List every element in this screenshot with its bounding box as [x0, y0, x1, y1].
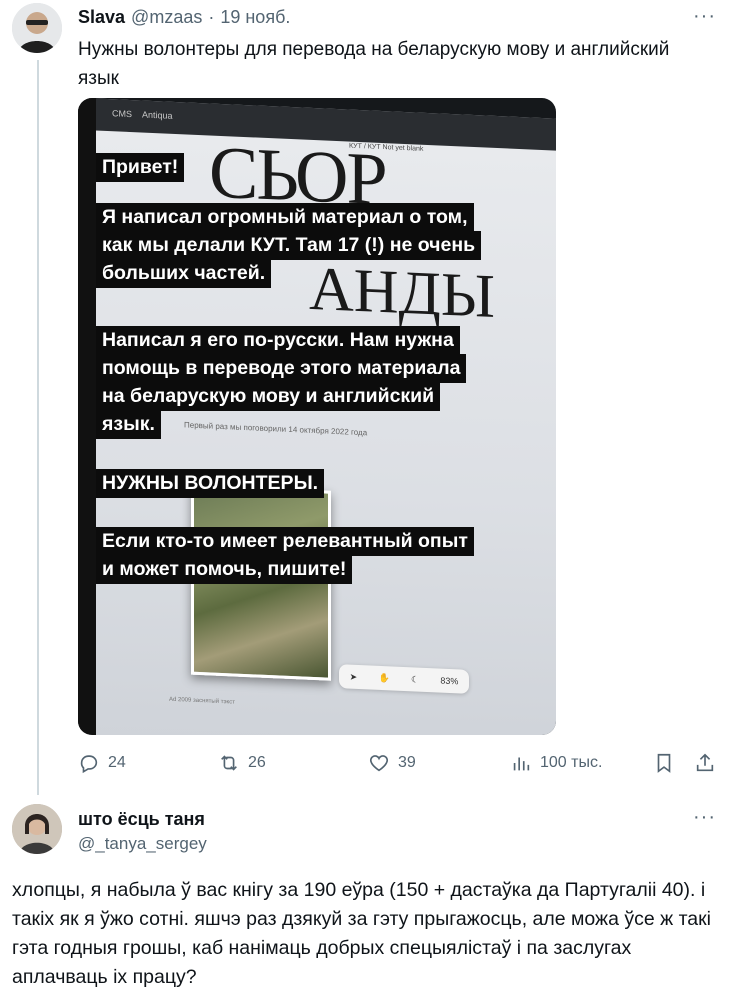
like-count: 39: [398, 754, 416, 771]
overlay-line: Привет!: [96, 153, 185, 182]
overlay-line: НУЖНЫ ВОЛОНТЕРЫ.: [96, 469, 325, 498]
reply-author-handle[interactable]: @_tanya_sergey: [78, 834, 207, 854]
retweet-button[interactable]: 26: [218, 752, 266, 774]
thread-connector-line: [37, 60, 39, 795]
cursor-icon: ➤: [349, 671, 358, 682]
bookmark-button[interactable]: [653, 752, 675, 774]
browser-tab-label: Antiqua: [142, 109, 173, 121]
avatar-photo: [12, 3, 62, 53]
overlay-line: Написал я его по-русски. Нам нужна: [96, 326, 460, 355]
overlay-line: на беларускую мову и английский: [96, 382, 441, 411]
author-handle[interactable]: @mzaas: [131, 7, 202, 28]
tweet-header: Slava @mzaas · 19 нояб.: [78, 7, 290, 28]
speech-bubble-icon: [80, 755, 98, 774]
more-options-icon[interactable]: ···: [693, 806, 716, 829]
share-button[interactable]: [694, 752, 716, 774]
moon-icon: ☾: [410, 673, 420, 685]
share-upload-icon: [696, 753, 714, 772]
more-options-icon[interactable]: ···: [693, 5, 716, 28]
retweet-count: 26: [248, 754, 266, 771]
separator-dot: ·: [208, 7, 215, 27]
author-name[interactable]: Slava: [78, 7, 125, 28]
screen-edge: [78, 98, 96, 735]
overlay-text-block: НУЖНЫ ВОЛОНТЕРЫ.: [96, 469, 325, 498]
views-button[interactable]: 100 тыс.: [510, 752, 602, 774]
overlay-line: Я написал огромный материал о том,: [96, 203, 474, 232]
tweet-actions-bar: 24 26 39 100 тыс.: [78, 752, 718, 782]
retweet-arrows-icon: [221, 755, 237, 771]
reply-author-name[interactable]: што ёсць таня: [78, 809, 205, 830]
screen-toolbar: ➤ ✋ ☾ 83%: [339, 664, 469, 694]
tweet-date[interactable]: 19 нояб.: [220, 7, 290, 28]
overlay-line: и может помочь, пишите!: [96, 555, 353, 584]
tweet-media-image[interactable]: CMS Antiqua КУТ / КУТ Not yet blank СЬОР…: [78, 98, 556, 735]
overlay-text-block: Привет!: [96, 153, 185, 182]
author-avatar[interactable]: [12, 3, 62, 53]
bookmark-icon: [657, 753, 671, 773]
like-button[interactable]: 39: [368, 752, 416, 774]
views-count: 100 тыс.: [540, 754, 603, 771]
bar-chart-icon: [513, 757, 530, 771]
overlay-line: язык.: [96, 410, 161, 439]
zoom-level: 83%: [440, 675, 459, 687]
browser-tab-label: CMS: [112, 108, 132, 120]
overlay-line: как мы делали КУТ. Там 17 (!) не очень: [96, 231, 482, 260]
overlay-text-block: Я написал огромный материал о том, как м…: [96, 203, 482, 288]
screen-footer: Ad 2009 заснятый тэкст: [169, 696, 235, 706]
avatar-photo: [12, 804, 62, 854]
overlay-text-block: Если кто-то имеет релевантный опыт и мож…: [96, 527, 474, 584]
overlay-line: больших частей.: [96, 259, 272, 288]
heart-icon: [369, 755, 389, 772]
hand-icon: ✋: [378, 672, 390, 683]
reply-author-avatar[interactable]: [12, 804, 62, 854]
reply-tweet-text: хлопцы, я набыла ў вас кнігу за 190 еўра…: [12, 879, 712, 988]
overlay-line: Если кто-то имеет релевантный опыт: [96, 527, 474, 556]
reply-count: 24: [108, 754, 126, 771]
overlay-text-block: Написал я его по-русски. Нам нужна помощ…: [96, 326, 467, 439]
tweet-text: Нужны волонтеры для перевода на беларуск…: [78, 39, 670, 89]
overlay-line: помощь в переводе этого материала: [96, 354, 467, 383]
reply-button[interactable]: 24: [78, 752, 126, 774]
